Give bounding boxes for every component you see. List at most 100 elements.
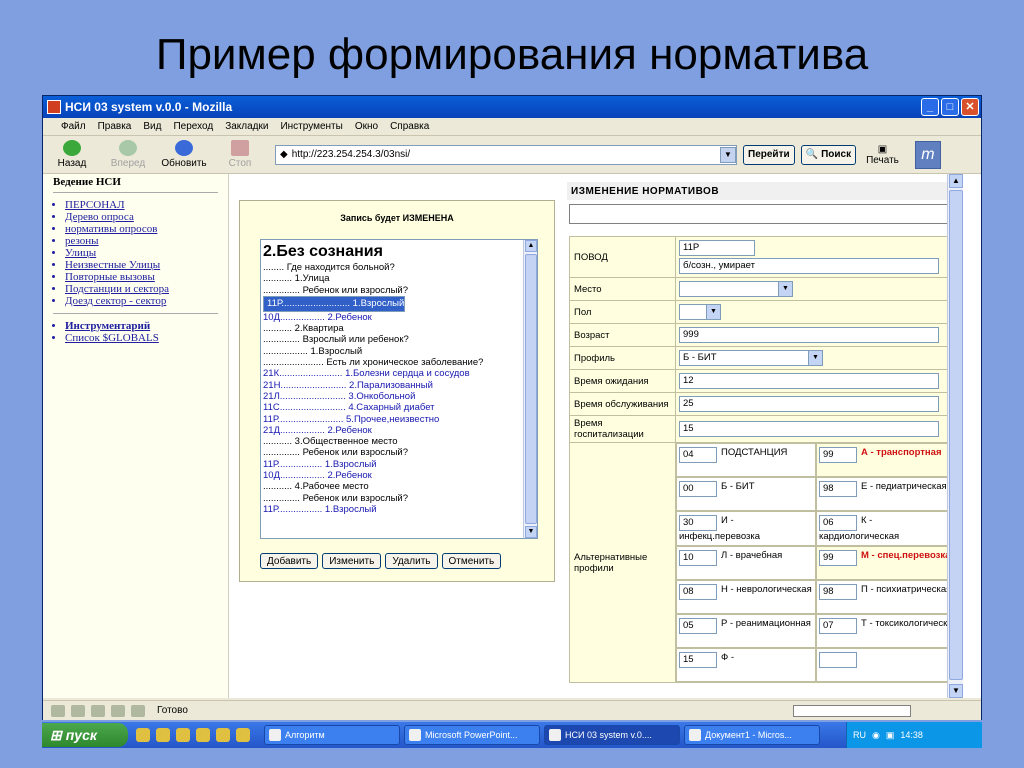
list-item[interactable]: 11Р.......................... 1.Взрослый [263,295,406,312]
wait-time-input[interactable]: 12 [679,373,939,389]
chevron-down-icon[interactable]: ▼ [525,526,537,538]
menu-bookmarks[interactable]: Закладки [225,121,268,132]
add-button[interactable]: Добавить [260,553,319,569]
stop-button[interactable]: Стоп [217,140,263,169]
close-icon[interactable]: ✕ [961,98,979,116]
chat-icon[interactable] [131,704,145,717]
menu-file[interactable]: Файл [61,121,86,132]
list-item[interactable]: 10Д................. 2.Ребенок [263,312,523,323]
alt-profile-input[interactable]: 07 [819,618,857,634]
service-time-input[interactable]: 25 [679,396,939,412]
list-item[interactable]: 11Р................. 1.Взрослый [263,504,523,515]
list-item[interactable]: .............. Ребенок или взрослый? [263,285,523,296]
minimize-icon[interactable]: _ [921,98,939,116]
search-button[interactable]: 🔍 Поиск [800,144,857,165]
window-titlebar[interactable]: НСИ 03 system v.0.0 - Mozilla _ □ ✕ [43,96,981,118]
scroll-thumb[interactable] [525,254,537,524]
taskbar-item-word[interactable]: Документ1 - Micros... [684,725,820,745]
chevron-up-icon[interactable]: ▲ [949,174,963,188]
alt-profile-input[interactable]: 00 [679,481,717,497]
place-select[interactable]: ▼ [679,281,793,297]
url-input[interactable]: ◆ http://223.254.254.3/03nsi/ ▼ [275,144,737,165]
menu-view[interactable]: Вид [143,121,161,132]
list-item[interactable]: .............. Взрослый или ребенок? [263,334,523,345]
address-book-icon[interactable] [111,704,125,717]
taskbar-item-powerpoint[interactable]: Microsoft PowerPoint... [404,725,540,745]
listbox-scrollbar[interactable]: ▲ ▼ [523,240,537,538]
list-item[interactable]: ........... 1.Улица [263,273,523,284]
page-scrollbar[interactable]: ▲ ▼ [947,174,963,698]
menu-go[interactable]: Переход [173,121,213,132]
list-item[interactable]: ................. 1.Взрослый [263,346,523,357]
list-item[interactable]: ........ Где находится больной? [263,262,523,273]
quick-launch-icon[interactable] [176,728,190,742]
alt-profile-input[interactable]: 04 [679,447,717,463]
start-button[interactable]: ⊞ пуск [42,723,128,747]
reason-text-input[interactable]: б/созн., умирает [679,258,939,274]
alt-profile-input[interactable]: 30 [679,515,717,531]
navigator-icon[interactable] [51,704,65,717]
go-button[interactable]: Перейти [743,144,795,165]
quick-launch-icon[interactable] [196,728,210,742]
list-item[interactable]: 11Р................. 1.Взрослый [263,459,523,470]
list-item[interactable]: ....................... Есть ли хроничес… [263,357,523,368]
sidebar-item-repeat-calls[interactable]: Повторные вызовы [65,271,218,283]
list-item[interactable]: 21К........................ 1.Болезни се… [263,368,523,379]
chevron-down-icon[interactable]: ▼ [949,684,963,698]
list-item[interactable]: ........... 3.Общественное место [263,436,523,447]
chevron-up-icon[interactable]: ▲ [525,240,537,252]
menu-window[interactable]: Окно [355,121,378,132]
list-item[interactable]: 11Р......................... 5.Прочее,не… [263,414,523,425]
quick-launch-icon[interactable] [236,728,250,742]
menu-help[interactable]: Справка [390,121,429,132]
alt-profile-input[interactable]: 05 [679,618,717,634]
list-item[interactable]: 21Н......................... 2.Парализов… [263,380,523,391]
list-item[interactable]: 10Д................. 2.Ребенок [263,470,523,481]
alt-profile-input[interactable]: 98 [819,481,857,497]
list-item[interactable]: 21Д................. 2.Ребенок [263,425,523,436]
age-input[interactable]: 999 [679,327,939,343]
language-indicator[interactable]: RU [853,730,866,740]
cancel-button[interactable]: Отменить [441,553,502,569]
reason-code-input[interactable]: 11Р [679,240,755,256]
print-button[interactable]: ▣ Печать [866,144,899,166]
alt-profile-input[interactable]: 99 [819,447,857,463]
maximize-icon[interactable]: □ [941,98,959,116]
menu-tools[interactable]: Инструменты [280,121,342,132]
tray-icon[interactable]: ◉ [872,730,880,741]
taskbar-item-folder[interactable]: Алгоритм [264,725,400,745]
sidebar-item-sector-travel[interactable]: Доезд сектор - сектор [65,295,218,307]
sidebar-item-globals[interactable]: Список $GLOBALS [65,332,218,344]
sidebar-item-survey-norms[interactable]: нормативы опросов [65,223,218,235]
quick-launch-icon[interactable] [216,728,230,742]
sidebar-item-unknown-streets[interactable]: Неизвестные Улицы [65,259,218,271]
alt-profile-input[interactable]: 98 [819,584,857,600]
scroll-thumb[interactable] [949,190,963,680]
tray-icon[interactable]: ▣ [886,730,895,741]
hosp-time-input[interactable]: 15 [679,421,939,437]
taskbar-item-browser[interactable]: НСИ 03 system v.0.... [544,725,680,745]
mail-icon[interactable] [71,704,85,717]
reload-button[interactable]: Обновить [161,140,207,169]
delete-button[interactable]: Удалить [385,553,438,569]
sidebar-item-substations[interactable]: Подстанции и сектора [65,283,218,295]
list-item[interactable]: 21Л......................... 3.Онкобольн… [263,391,523,402]
survey-listbox[interactable]: 2.Без сознания ........ Где находится бо… [260,239,538,539]
list-item[interactable]: .............. Ребенок или взрослый? [263,447,523,458]
list-item[interactable]: ........... 4.Рабочее место [263,481,523,492]
alt-profile-input[interactable]: 10 [679,550,717,566]
sidebar-item-reasons[interactable]: резоны [65,235,218,247]
sidebar-item-survey-tree[interactable]: Дерево опроса [65,211,218,223]
profile-select[interactable]: Б - БИТ ▼ [679,350,823,366]
alt-profile-input[interactable]: 99 [819,550,857,566]
sex-select[interactable]: ▼ [679,304,721,320]
back-button[interactable]: Назад [49,140,95,169]
list-item[interactable]: 11С......................... 4.Сахарный … [263,402,523,413]
composer-icon[interactable] [91,704,105,717]
alt-profile-input[interactable] [819,652,857,668]
edit-button[interactable]: Изменить [322,553,382,569]
sidebar-item-tools[interactable]: Инструментарий [65,320,218,332]
forward-button[interactable]: Вперед [105,140,151,169]
quick-launch-icon[interactable] [156,728,170,742]
sidebar-item-personnel[interactable]: ПЕРСОНАЛ [65,199,218,211]
